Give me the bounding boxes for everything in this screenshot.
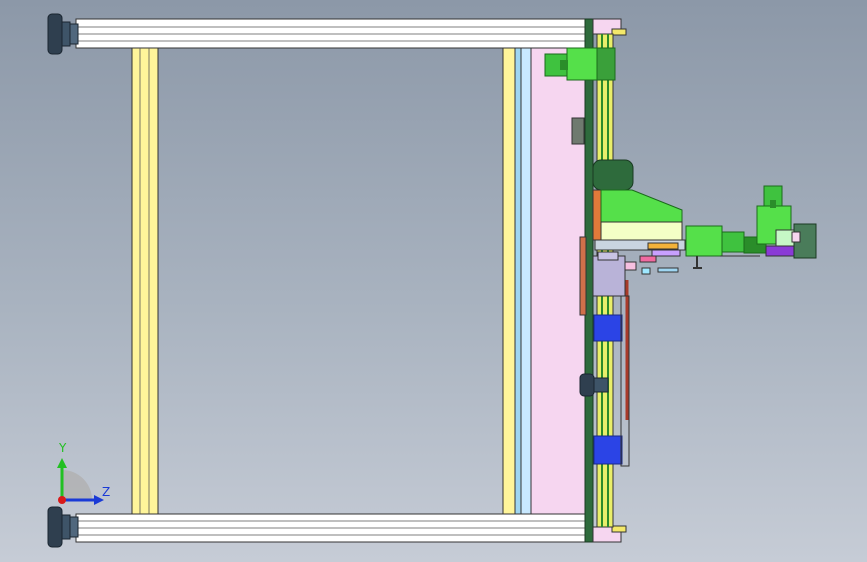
x-axis-dot (58, 496, 66, 504)
z-axis-label: Z (102, 485, 111, 499)
y-axis-label: Y (59, 441, 67, 455)
cad-viewport[interactable]: Y Z (0, 0, 867, 562)
axis-triad (57, 458, 104, 505)
